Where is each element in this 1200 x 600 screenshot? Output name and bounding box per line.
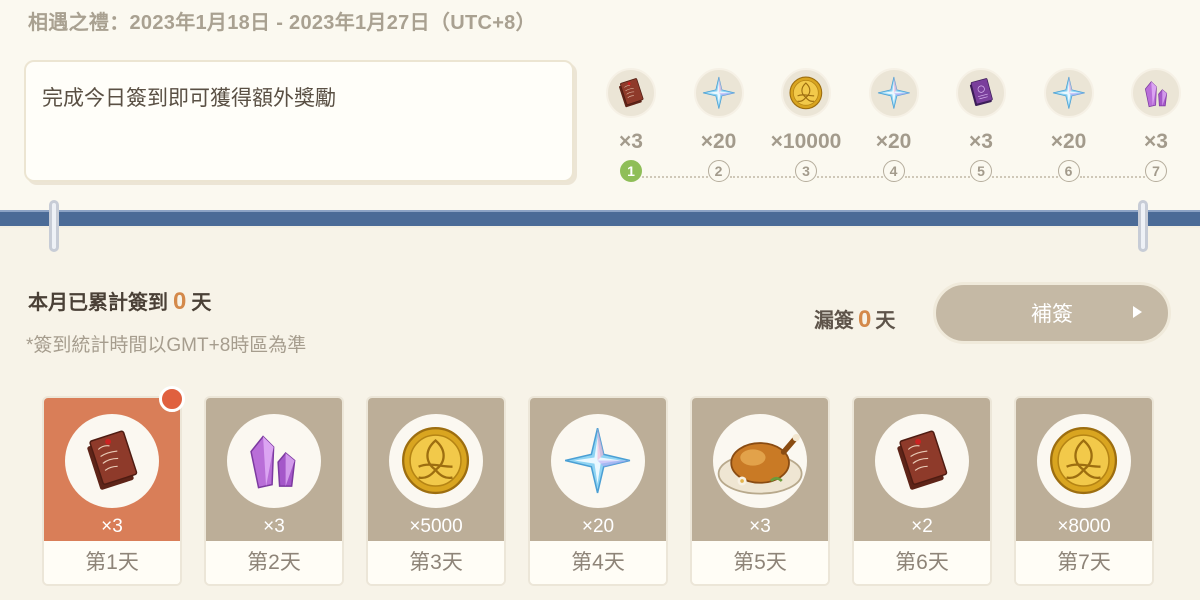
binder-ring-left	[49, 200, 59, 252]
day-card-4[interactable]: ×20 第4天	[530, 398, 666, 584]
milestone-number: 7	[1145, 160, 1167, 182]
task-box: 完成今日簽到即可獲得額外獎勵	[24, 60, 574, 182]
missed-label: 漏簽	[814, 310, 854, 332]
day-card-qty: ×20	[581, 516, 615, 537]
day-card-qty: ×2	[911, 516, 933, 537]
missed-count-value: 0	[858, 306, 872, 333]
day-card-qty: ×3	[263, 516, 285, 537]
missed-unit: 天	[875, 310, 896, 332]
day-card-reward: ×8000	[1016, 398, 1152, 541]
purple-crystal-icon	[227, 414, 321, 508]
task-text: 完成今日簽到即可獲得額外獎勵	[42, 87, 336, 110]
notification-dot	[159, 386, 185, 412]
milestone-number: 6	[1057, 160, 1080, 182]
day-card-5[interactable]: ×3 第5天	[692, 398, 828, 584]
event-title: 相遇之禮：2023年1月18日 - 2023年1月27日（UTC+8）	[28, 12, 536, 34]
milestone-number: 2	[707, 160, 730, 182]
milestone-6[interactable]: ×20 6	[1024, 64, 1114, 182]
day-card-reward: ×3	[206, 398, 342, 541]
milestone-qty: ×10000	[770, 130, 842, 153]
milestone-1[interactable]: ×3 1	[586, 64, 676, 182]
milestone-connector	[729, 176, 795, 178]
day-card-label: 第6天	[854, 541, 990, 584]
day-card-label: 第4天	[530, 541, 666, 584]
milestone-3[interactable]: ×10000 3	[761, 64, 851, 182]
milestone-number: 4	[882, 160, 905, 182]
binder-ring-right	[1138, 200, 1148, 252]
star-gem-icon	[1043, 68, 1094, 118]
day-card-2[interactable]: ×3 第2天	[206, 398, 342, 584]
milestone-connector	[1079, 176, 1145, 178]
day-card-7[interactable]: ×8000 第7天	[1016, 398, 1152, 584]
milestone-connector	[992, 176, 1058, 178]
day-card-qty: ×3	[101, 516, 123, 537]
day-card-reward: ×3	[44, 398, 180, 541]
monthly-label: 本月已累計簽到	[28, 292, 168, 314]
monthly-count-value: 0	[173, 288, 187, 315]
letter-icon	[606, 68, 656, 118]
day-card-label: 第5天	[692, 541, 828, 584]
milestone-number: 3	[795, 160, 817, 182]
star-gem-icon	[551, 414, 645, 508]
missed-count: 漏簽 0 天	[814, 304, 895, 334]
purple-book-icon	[956, 68, 1006, 118]
milestone-qty: ×3	[619, 130, 643, 153]
timezone-note: *簽到統計時間以GMT+8時區為準	[26, 335, 307, 356]
milestone-qty: ×3	[969, 130, 993, 153]
milestone-qty: ×20	[1050, 130, 1087, 153]
milestone-qty: ×20	[700, 130, 737, 153]
star-gem-icon	[868, 68, 919, 118]
milestone-number: 5	[970, 160, 992, 182]
day-card-qty: ×8000	[1057, 516, 1111, 537]
checkin-panel: 本月已累計簽到 0 天 *簽到統計時間以GMT+8時區為準 漏簽 0 天 補簽 ×3 第1…	[0, 228, 1200, 600]
milestone-4[interactable]: ×20 4	[849, 64, 939, 182]
day-card-reward: ×2	[854, 398, 990, 541]
milestone-qty: ×20	[875, 130, 912, 153]
day-card-reward: ×20	[530, 398, 666, 541]
letter-icon	[875, 414, 969, 508]
purple-crystal-icon	[1131, 68, 1181, 118]
milestone-qty: ×3	[1144, 130, 1168, 153]
event-header-panel: 相遇之禮：2023年1月18日 - 2023年1月27日（UTC+8） 完成今日…	[0, 0, 1200, 210]
roast-chicken-icon	[713, 414, 807, 508]
gold-coin-icon	[389, 414, 483, 508]
day-card-1[interactable]: ×3 第1天	[44, 398, 180, 584]
binder-band	[0, 210, 1200, 226]
day-card-reward: ×5000	[368, 398, 504, 541]
milestone-connector	[642, 176, 708, 178]
day-card-label: 第2天	[206, 541, 342, 584]
makeup-label: 補簽	[1031, 303, 1073, 326]
letter-icon	[65, 414, 159, 508]
day-card-label: 第1天	[44, 541, 180, 584]
milestone-connector	[817, 176, 883, 178]
gold-coin-icon	[1037, 414, 1131, 508]
monthly-unit: 天	[191, 292, 212, 314]
day-card-6[interactable]: ×2 第6天	[854, 398, 990, 584]
day-card-qty: ×5000	[409, 516, 463, 537]
day-card-label: 第7天	[1016, 541, 1152, 584]
milestone-7[interactable]: ×3 7	[1111, 64, 1200, 182]
day-card-qty: ×3	[749, 516, 771, 537]
play-arrow-icon	[1133, 306, 1142, 318]
milestone-track: ×3 1 ×20 2 ×10000 3 ×20 4 ×3 5 ×20 6 ×3 7	[596, 64, 1200, 194]
milestone-connector	[904, 176, 970, 178]
star-gem-icon	[693, 68, 744, 118]
milestone-2[interactable]: ×20 2	[674, 64, 764, 182]
monthly-count: 本月已累計簽到 0 天	[28, 286, 211, 316]
milestone-5[interactable]: ×3 5	[936, 64, 1026, 182]
day-card-3[interactable]: ×5000 第3天	[368, 398, 504, 584]
gold-coin-icon	[781, 68, 831, 118]
day-card-reward: ×3	[692, 398, 828, 541]
milestone-number: 1	[620, 160, 642, 182]
makeup-checkin-button[interactable]: 補簽	[933, 282, 1171, 344]
day-card-label: 第3天	[368, 541, 504, 584]
